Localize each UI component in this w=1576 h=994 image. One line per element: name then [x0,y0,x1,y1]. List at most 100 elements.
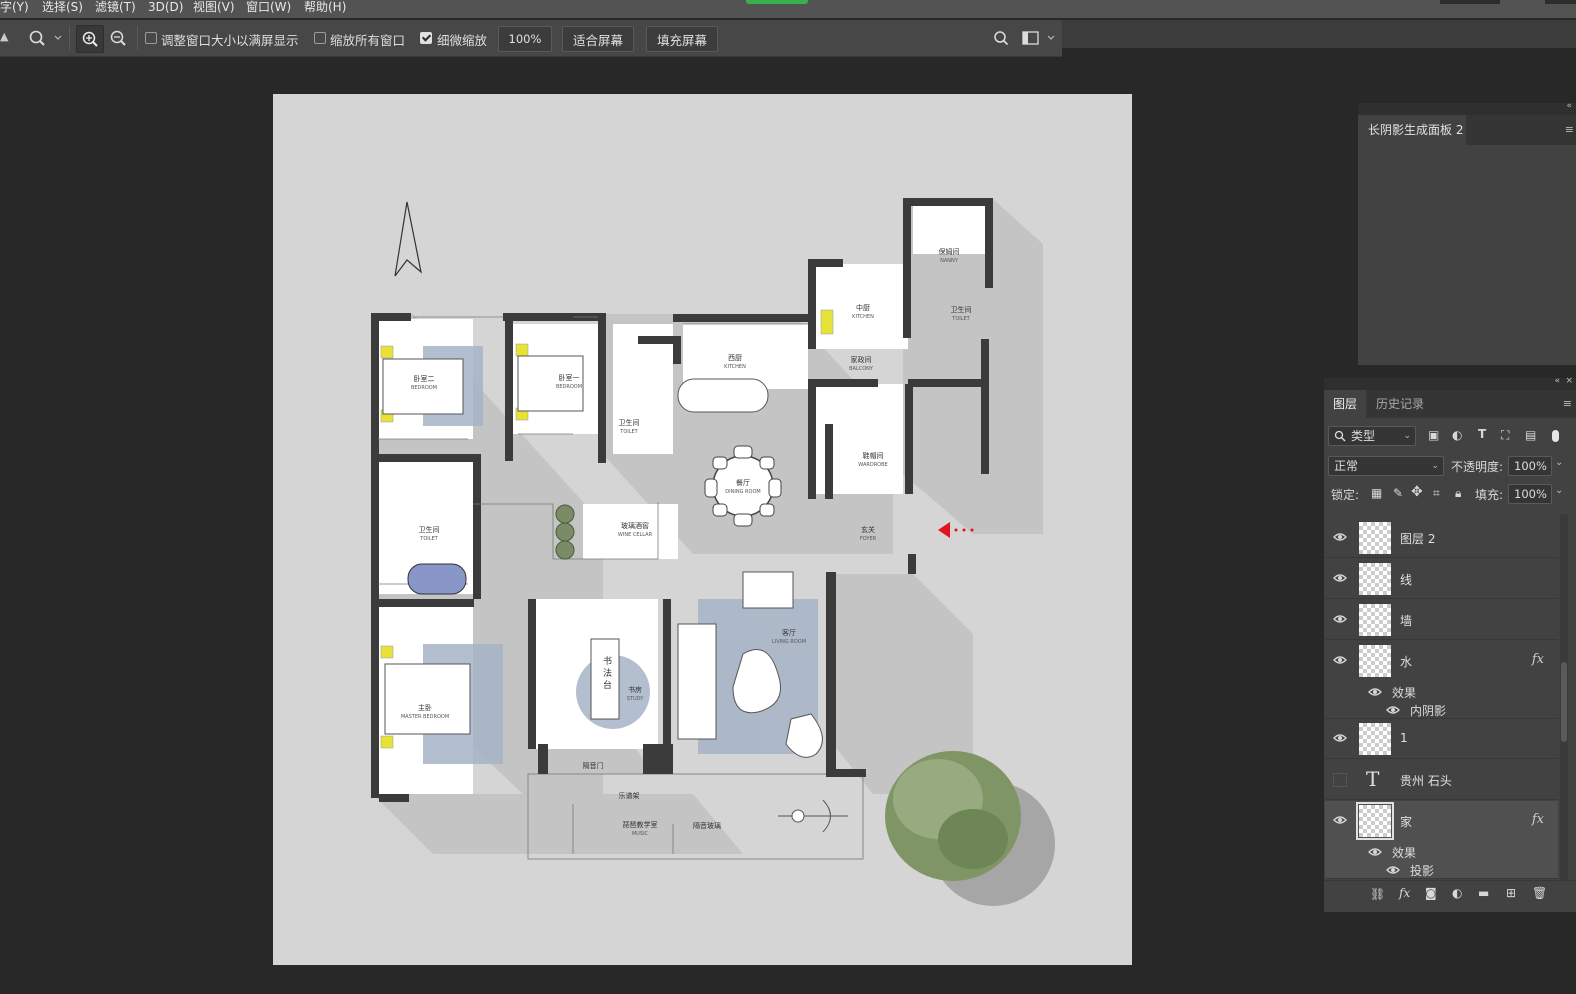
resize-windows-checkbox[interactable] [145,32,157,44]
fill-label: 填充: [1475,488,1504,502]
visibility-off-box[interactable] [1333,773,1347,787]
new-adjustment-icon[interactable]: ◐ [1452,886,1462,900]
zoom-value-field[interactable]: 100% [498,26,552,52]
menu-window[interactable]: 窗口(W) [246,0,291,14]
layer-row[interactable]: T 贵州 石头 [1325,760,1558,800]
menu-filter[interactable]: 滤镜(T) [95,0,136,14]
layer-row[interactable]: 家 fx 效果 投影 [1325,801,1558,879]
eye-icon[interactable] [1386,865,1400,875]
layer-name[interactable]: 线 [1400,571,1412,588]
menu-type[interactable]: 字(Y) [0,0,29,14]
layer-name[interactable]: 贵州 石头 [1400,772,1452,789]
fill-screen-button[interactable]: 填充屏幕 [646,26,718,52]
lock-paint-icon[interactable]: ✎ [1393,486,1403,500]
soundproof-glass-label: 隔音玻璃 [693,822,721,830]
filter-pixel-icon[interactable]: ▣ [1428,428,1439,442]
blend-mode-value: 正常 [1334,459,1359,473]
tab-long-shadow[interactable]: 长阴影生成面板 2 [1358,115,1466,145]
scrollbar-thumb[interactable] [1561,662,1567,742]
eye-icon[interactable] [1333,733,1347,743]
room-toilet-left: 卫生间 TOILET [418,526,440,542]
eye-icon[interactable] [1333,532,1347,542]
filter-adjust-icon[interactable]: ◐ [1452,428,1462,442]
opacity-chevron-icon[interactable]: ⌄ [1555,457,1563,468]
add-style-icon[interactable]: fx [1399,886,1410,900]
zoom-out-icon[interactable] [105,25,131,51]
fx-icon[interactable]: fx [1532,812,1544,827]
filter-kind-select[interactable]: 类型 ⌄ [1328,426,1416,446]
eye-icon[interactable] [1386,705,1400,715]
add-mask-icon[interactable]: ◙ [1425,886,1437,900]
room-balcony: 家政间 BALCONY [849,356,873,372]
room-nanny: 保姆间 NANNY [938,248,960,264]
panel-header: « [1358,101,1576,115]
title-control[interactable] [1440,0,1500,4]
layer-row[interactable]: 图层 2 [1325,518,1558,558]
menu-select[interactable]: 选择(S) [42,0,83,14]
layer-name[interactable]: 家 [1400,813,1412,830]
close-icon[interactable]: × [1565,376,1573,386]
lock-move-icon[interactable]: ✥ [1411,484,1423,500]
eye-icon[interactable] [1368,847,1382,857]
document-canvas[interactable]: 卧室二 BEDROOM 卧室一 BEDROOM 卫生间 TOILET 西厨 KITCHE… [273,94,1132,965]
room-chinese-kitchen: 中厨 KITCHEN [852,304,874,320]
tool-preset-arrow-icon[interactable]: ▲ [0,30,8,43]
layer-row[interactable]: 墙 [1325,600,1558,640]
eye-icon[interactable] [1368,687,1382,697]
layer-name[interactable]: 图层 2 [1400,530,1435,547]
layer-row[interactable]: 线 [1325,559,1558,599]
menu-bar: 字(Y) 选择(S) 滤镜(T) 3D(D) 视图(V) 窗口(W) 帮助(H) [0,0,1576,18]
lock-transparent-icon[interactable]: ▦ [1371,486,1382,500]
fx-icon[interactable]: fx [1532,652,1544,667]
tab-layers[interactable]: 图层 [1324,390,1367,418]
link-layers-icon[interactable]: ⛓ [1370,887,1385,901]
zoom-tool-icon[interactable] [24,25,64,51]
effect-name[interactable]: 内阴影 [1410,702,1446,719]
workspace-icon[interactable] [1018,25,1058,51]
lock-artboard-icon[interactable]: ⌗ [1433,486,1440,501]
zoom-all-label[interactable]: 缩放所有窗口 [330,30,405,49]
layer-thumbnail [1359,563,1391,595]
filter-type-icon[interactable]: T [1478,427,1486,441]
fill-field[interactable]: 100% [1508,484,1552,504]
blend-mode-select[interactable]: 正常 ⌄ [1328,456,1444,476]
fill-chevron-icon[interactable]: ⌄ [1555,485,1563,496]
filter-toggle-icon[interactable] [1552,430,1559,442]
search-icon[interactable] [988,25,1014,51]
collapse-icon[interactable]: « [1554,376,1560,386]
eye-icon[interactable] [1333,655,1347,665]
panel-menu-icon[interactable]: ≡ [1563,397,1572,410]
menu-view[interactable]: 视图(V) [193,0,235,14]
opacity-field[interactable]: 100% [1508,456,1552,476]
eye-icon[interactable] [1333,815,1347,825]
layer-name[interactable]: 水 [1400,653,1412,670]
menu-3d[interactable]: 3D(D) [148,0,183,14]
scrubby-zoom-checkbox[interactable] [420,32,432,44]
panel-menu-icon[interactable]: ≡ [1565,123,1574,136]
layer-name[interactable]: 1 [1400,731,1408,745]
zoom-in-icon[interactable] [76,25,104,53]
eye-icon[interactable] [1333,573,1347,583]
scrubby-zoom-label[interactable]: 细微缩放 [437,30,487,49]
resize-windows-label[interactable]: 调整窗口大小以满屏显示 [161,30,299,49]
filter-shape-icon[interactable]: ⛶ [1501,428,1509,443]
new-group-icon[interactable]: ▬ [1478,886,1489,900]
effect-name[interactable]: 投影 [1410,862,1434,879]
layer-thumbnail [1356,802,1394,840]
filter-smart-icon[interactable]: ▤ [1525,428,1536,442]
layer-row[interactable]: 1 [1325,719,1558,759]
room-living: 客厅 LIVING ROOM [771,629,807,645]
new-layer-icon[interactable]: ⊞ [1506,886,1516,900]
eye-icon[interactable] [1333,614,1347,624]
collapse-icon[interactable]: « [1566,101,1572,111]
zoom-all-checkbox[interactable] [314,32,326,44]
lock-all-icon[interactable]: 🔒︎ [1455,486,1461,501]
layer-row[interactable]: 水 fx 效果 内阴影 [1325,641,1558,719]
fit-screen-button[interactable]: 适合屏幕 [562,26,634,52]
title-control-right[interactable] [1545,0,1576,4]
tab-history[interactable]: 历史记录 [1367,390,1433,418]
layers-scrollbar[interactable] [1560,514,1568,898]
delete-layer-icon[interactable]: 🗑︎ [1532,886,1547,900]
menu-help[interactable]: 帮助(H) [304,0,346,14]
layer-name[interactable]: 墙 [1400,612,1412,629]
